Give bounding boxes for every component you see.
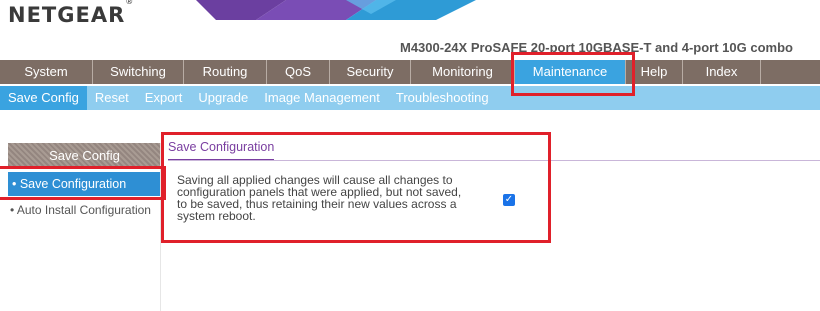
save-configuration-checkbox[interactable]: ✓ — [503, 194, 515, 206]
main-nav: System Switching Routing QoS Security Mo… — [0, 60, 820, 84]
sidebar-item-auto-install-configuration[interactable]: • Auto Install Configuration — [10, 203, 151, 217]
sub-nav: Save Config Reset Export Upgrade Image M… — [0, 86, 820, 110]
tab-routing[interactable]: Routing — [184, 60, 267, 84]
tab-security[interactable]: Security — [330, 60, 411, 84]
subtab-troubleshooting[interactable]: Troubleshooting — [388, 86, 497, 110]
subtab-save-config[interactable]: Save Config — [0, 86, 87, 110]
logo-text: NETGEAR — [8, 3, 126, 27]
sidebar-header: Save Config — [8, 143, 161, 169]
subtab-export[interactable]: Export — [137, 86, 191, 110]
tab-index[interactable]: Index — [683, 60, 761, 84]
trademark-mark: ® — [125, 0, 135, 6]
netgear-logo: NETGEAR® — [8, 0, 135, 27]
tab-switching[interactable]: Switching — [93, 60, 184, 84]
save-description: Saving all applied changes will cause al… — [177, 173, 462, 223]
device-model: M4300-24X ProSAFE 20-port 10GBASE-T and … — [400, 40, 793, 55]
sidebar-divider — [160, 143, 161, 311]
tab-help[interactable]: Help — [626, 60, 683, 84]
tab-system[interactable]: System — [0, 60, 93, 84]
subtab-upgrade[interactable]: Upgrade — [190, 86, 256, 110]
subtab-reset[interactable]: Reset — [87, 86, 137, 110]
section-divider — [168, 160, 820, 161]
section-title: Save Configuration — [168, 140, 275, 161]
subtab-image-management[interactable]: Image Management — [256, 86, 388, 110]
tab-qos[interactable]: QoS — [267, 60, 330, 84]
tab-maintenance[interactable]: Maintenance — [515, 60, 626, 84]
tab-monitoring[interactable]: Monitoring — [411, 60, 515, 84]
banner-graphic — [196, 0, 476, 20]
sidebar-item-save-configuration[interactable]: • Save Configuration — [8, 172, 161, 196]
